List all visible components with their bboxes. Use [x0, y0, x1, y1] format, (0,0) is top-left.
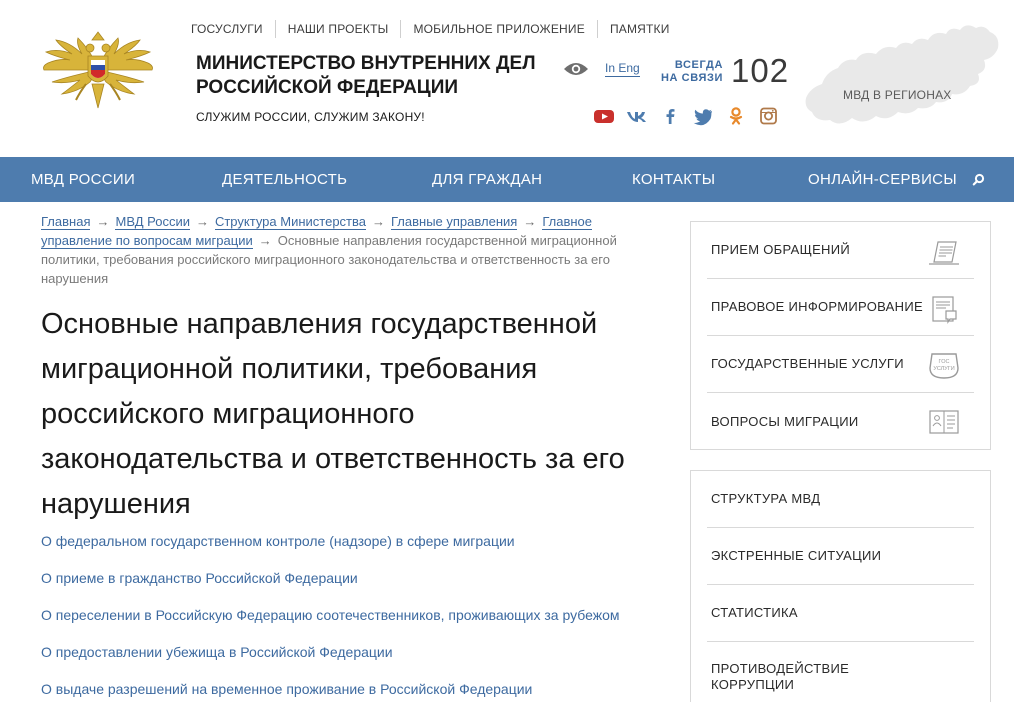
odnoklassniki-icon[interactable] — [725, 106, 747, 126]
english-version-link[interactable]: In Eng — [605, 61, 640, 77]
anticorruption-line2: КОРРУПЦИИ — [711, 677, 795, 692]
facebook-icon[interactable] — [659, 106, 681, 126]
search-icon[interactable] — [968, 170, 988, 190]
sidebar-item-anticorruption[interactable]: ПРОТИВОДЕЙСТВИЕ КОРРУПЦИИ — [707, 642, 974, 699]
always-line1: ВСЕГДА — [674, 59, 723, 71]
site-header: ГОСУСЛУГИ НАШИ ПРОЕКТЫ МОБИЛЬНОЕ ПРИЛОЖЕ… — [0, 0, 1014, 157]
top-link-projects[interactable]: НАШИ ПРОЕКТЫ — [274, 20, 401, 38]
breadcrumb-ministry-structure[interactable]: Структура Министерства — [214, 214, 366, 230]
sidebar-item-structure[interactable]: СТРУКТУРА МВД — [707, 471, 974, 528]
breadcrumb-home[interactable]: Главная — [41, 214, 91, 230]
sidebar-item-label: ГОСУДАРСТВЕННЫЕ УСЛУГИ — [711, 356, 904, 371]
map-regions-label[interactable]: МВД В РЕГИОНАХ — [843, 88, 951, 102]
passport-icon — [929, 410, 959, 434]
gosuslugi-icon: ГОС УСЛУГИ — [929, 353, 959, 379]
vk-icon[interactable] — [626, 106, 648, 126]
sidebar-item-migration[interactable]: ВОПРОСЫ МИГРАЦИИ — [707, 393, 974, 450]
top-links: ГОСУСЛУГИ НАШИ ПРОЕКТЫ МОБИЛЬНОЕ ПРИЛОЖЕ… — [179, 19, 682, 39]
nav-item-contacts[interactable]: КОНТАКТЫ — [632, 157, 715, 202]
nav-item-activity[interactable]: ДЕЯТЕЛЬНОСТЬ — [222, 157, 347, 202]
link-migration-control[interactable]: О федеральном государственном контроле (… — [41, 530, 681, 567]
sidebar-item-label: ПРИЕМ ОБРАЩЕНИЙ — [711, 242, 851, 257]
sidebar-item-emergency[interactable]: ЭКСТРЕННЫЕ СИТУАЦИИ — [707, 528, 974, 585]
sidebar-item-appeals[interactable]: ПРИЕМ ОБРАЩЕНИЙ — [707, 222, 974, 279]
link-temporary-residence[interactable]: О выдаче разрешений на временное прожива… — [41, 678, 681, 702]
content-links-list: О федеральном государственном контроле (… — [41, 530, 681, 702]
hotline-number[interactable]: 102 — [731, 52, 789, 90]
sidebar-item-label: ПРОТИВОДЕЙСТВИЕ КОРРУПЦИИ — [707, 661, 849, 693]
sidebar-info-box: СТРУКТУРА МВД ЭКСТРЕННЫЕ СИТУАЦИИ СТАТИС… — [690, 470, 991, 702]
link-resettlement[interactable]: О переселении в Российскую Федерацию соо… — [41, 604, 681, 641]
main-nav: МВД РОССИИ ДЕЯТЕЛЬНОСТЬ ДЛЯ ГРАЖДАН КОНТ… — [0, 157, 1014, 202]
legal-document-icon — [932, 296, 957, 324]
always-in-touch-label: ВСЕГДА НА СВЯЗИ — [659, 59, 723, 85]
twitter-icon[interactable] — [692, 106, 714, 126]
breadcrumb-main-departments[interactable]: Главные управления — [391, 214, 518, 230]
top-link-gosuslugi[interactable]: ГОСУСЛУГИ — [179, 20, 275, 38]
site-title[interactable]: МИНИСТЕРСТВО ВНУТРЕННИХ ДЕЛ РОССИЙСКОЙ Ф… — [196, 52, 536, 100]
page-title-line: законодательства и ответственность за ег… — [41, 443, 625, 475]
breadcrumb-arrow-icon: → — [96, 214, 110, 229]
sidebar-item-label: СТРУКТУРА МВД — [711, 491, 821, 506]
link-asylum[interactable]: О предоставлении убежища в Российской Фе… — [41, 641, 681, 678]
gosuslugi-icon-text-2: УСЛУГИ — [933, 366, 954, 372]
page-title: Основные направления государственной миг… — [41, 302, 671, 527]
gosuslugi-icon-text-1: ГОС — [939, 359, 950, 365]
breadcrumb-arrow-icon: → — [523, 214, 537, 229]
page-title-line: российского миграционного — [41, 398, 415, 430]
page-title-line: миграционной политики, требования — [41, 353, 538, 385]
sidebar-item-gos-services[interactable]: ГОСУДАРСТВЕННЫЕ УСЛУГИ ГОС УСЛУГИ — [707, 336, 974, 393]
sidebar-item-legal-info[interactable]: ПРАВОВОЕ ИНФОРМИРОВАНИЕ — [707, 279, 974, 336]
social-links — [593, 106, 791, 126]
site-title-line1: МИНИСТЕРСТВО ВНУТРЕННИХ ДЕЛ — [196, 53, 536, 74]
nav-item-for-citizens[interactable]: ДЛЯ ГРАЖДАН — [432, 157, 542, 202]
top-link-memos[interactable]: ПАМЯТКИ — [596, 20, 682, 38]
breadcrumb-migration-line1: Главное — [542, 214, 592, 229]
instagram-icon[interactable] — [758, 106, 780, 126]
sidebar-item-label: ПРАВОВОЕ ИНФОРМИРОВАНИЕ — [711, 299, 923, 314]
anticorruption-line1: ПРОТИВОДЕЙСТВИЕ — [711, 661, 850, 676]
sidebar-services-box: ПРИЕМ ОБРАЩЕНИЙ ПРАВОВОЕ ИНФОРМИРОВАНИЕ … — [690, 221, 991, 450]
page-title-line: нарушения — [41, 488, 191, 520]
breadcrumb: Главная → МВД России → Структура Министерств… — [41, 212, 641, 288]
breadcrumb-migration-line2: управление по вопросам миграции — [41, 233, 253, 248]
top-link-mobile-app[interactable]: МОБИЛЬНОЕ ПРИЛОЖЕНИЕ — [400, 20, 597, 38]
sidebar-item-label: СТАТИСТИКА — [711, 605, 798, 620]
site-motto: СЛУЖИМ РОССИИ, СЛУЖИМ ЗАКОНУ! — [196, 110, 425, 124]
breadcrumb-arrow-icon: → — [372, 214, 385, 229]
nav-item-online-services[interactable]: ОНЛАЙН-СЕРВИСЫ — [808, 157, 957, 202]
sidebar-item-label: ВОПРОСЫ МИГРАЦИИ — [711, 413, 859, 429]
eye-icon[interactable] — [563, 60, 589, 78]
page-title-line: Основные направления государственной — [41, 308, 598, 340]
mvd-emblem-icon[interactable] — [40, 30, 156, 116]
youtube-icon[interactable] — [593, 106, 615, 126]
sidebar-item-label: ЭКСТРЕННЫЕ СИТУАЦИИ — [711, 548, 882, 563]
nav-item-mvd-russia[interactable]: МВД РОССИИ — [31, 157, 135, 202]
sidebar-item-statistics[interactable]: СТАТИСТИКА — [707, 585, 974, 642]
breadcrumb-mvd-russia[interactable]: МВД России — [115, 214, 190, 230]
breadcrumb-arrow-icon: → — [195, 214, 209, 229]
link-citizenship[interactable]: О приеме в гражданство Российской Федера… — [41, 567, 681, 604]
document-sign-icon — [929, 241, 959, 265]
always-line2: НА СВЯЗИ — [660, 72, 723, 84]
russia-map-icon[interactable] — [800, 18, 1005, 136]
breadcrumb-arrow-icon: → — [258, 233, 272, 248]
site-title-line2: РОССИЙСКОЙ ФЕДЕРАЦИИ — [196, 77, 459, 98]
